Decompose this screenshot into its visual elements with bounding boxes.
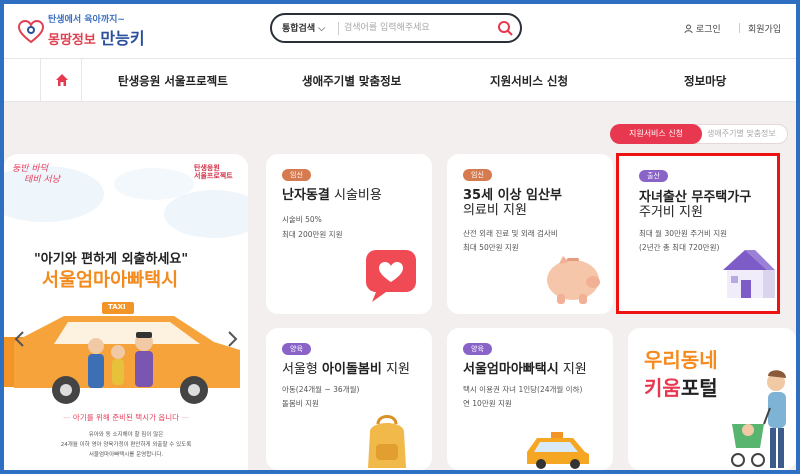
card-title: 난자동결 시술비용 bbox=[282, 188, 382, 203]
service-card-childcare[interactable]: 양육 서울형 아이돌봄비 지원 아동(24개월 ~ 36개월) 돌봄비 지원 bbox=[266, 328, 432, 470]
banner-headline: "아기와 편하게 외출하세요" bbox=[34, 252, 189, 267]
service-card-egg-freezing[interactable]: 임신 난자동결 시술비용 시술비 50% 최대 200만원 지원 bbox=[266, 154, 432, 314]
card-desc-2: 최대 200만원 지원 bbox=[282, 230, 343, 239]
piggy-bank-icon bbox=[547, 256, 600, 304]
banner-tagline: 둥반 바덕 테비 서낭 bbox=[12, 164, 60, 186]
banner-footer: — 아기를 위해 준비된 택시가 옵니다 — bbox=[4, 412, 248, 423]
header: 탄생에서 육아까지~ 몽땅정보 만능키 통합검색 ⌵ 로그인 회원가입 bbox=[4, 4, 796, 54]
banner-footer-deco-left: — bbox=[63, 413, 71, 422]
home-icon bbox=[56, 74, 68, 86]
page-frame: 탄생에서 육아까지~ 몽땅정보 만능키 통합검색 ⌵ 로그인 회원가입 bbox=[4, 4, 796, 470]
card-title: 서울형 아이돌봄비 지원 bbox=[282, 362, 410, 377]
promo-banner[interactable]: 둥반 바덕 테비 서낭 탄생응원 서울프로젝트 "아기와 편하게 외출하세요" … bbox=[4, 154, 248, 470]
banner-logo-line2: 서울프로젝트 bbox=[194, 172, 233, 180]
category-badge: 출산 bbox=[639, 170, 668, 182]
category-badge: 양육 bbox=[282, 343, 311, 355]
banner-tagline-2: 테비 서낭 bbox=[24, 175, 60, 185]
search-scope-label: 통합검색 bbox=[282, 24, 316, 34]
kium-title-2b: 포털 bbox=[680, 376, 718, 400]
category-badge: 임신 bbox=[282, 169, 311, 181]
banner-desc-2: 24개월 이하 영아 양육가정이 편안하게 외출할 수 있도록 bbox=[60, 442, 192, 448]
taxi-icon bbox=[527, 432, 589, 469]
nav-item-seoul-project[interactable]: 탄생응원 서울프로젝트 bbox=[118, 73, 228, 89]
main-nav: 탄생응원 서울프로젝트 생애주기별 맞춤정보 지원서비스 신청 정보마당 bbox=[4, 58, 796, 102]
service-card-taxi[interactable]: 양육 서울엄마아빠택시 지원 택시 이용권 자녀 1인당(24개월 이하) 연 … bbox=[447, 328, 613, 470]
banner-logo-line1: 탄생응원 bbox=[194, 164, 220, 172]
parent-stroller-illustration bbox=[731, 370, 786, 468]
banner-desc-1: 유아와 동 소지해야 할 짐이 많은 bbox=[88, 432, 164, 438]
card-desc-2: (2년간 총 최대 720만원) bbox=[639, 243, 720, 252]
card-title-tail: 지원 bbox=[385, 362, 410, 377]
site-logo[interactable]: 탄생에서 육아까지~ 몽땅정보 만능키 bbox=[18, 10, 148, 50]
tab-support-apply[interactable]: 지원서비스 신청 bbox=[610, 124, 702, 144]
card-title: 자녀출산 무주택가구 주거비 지원 bbox=[639, 190, 751, 220]
logo-title-a: 몽땅정보 bbox=[48, 33, 96, 48]
card-desc-1: 산전 외래 진료 및 외래 검사비 bbox=[463, 229, 558, 238]
tab-lifecycle-info[interactable]: 생애주기별 맞춤정보 bbox=[707, 125, 776, 143]
card-title-rest: 서울형 bbox=[282, 362, 318, 377]
heart-chat-icon bbox=[366, 250, 416, 302]
banner-footer-deco-right: — bbox=[181, 413, 189, 422]
login-link[interactable]: 로그인 bbox=[684, 22, 721, 35]
service-card-housing[interactable]: 출산 자녀출산 무주택가구 주거비 지원 최대 월 30만원 주거비 지원 (2년… bbox=[616, 153, 780, 314]
banner-desc-3: 서울엄마아빠택시를 운영합니다. bbox=[88, 452, 164, 458]
search-divider bbox=[338, 22, 339, 35]
logo-subtitle: 탄생에서 육아까지~ bbox=[48, 15, 125, 25]
kium-title-2a: 키움 bbox=[644, 376, 681, 400]
banner-title: 서울엄마아빠택시 bbox=[42, 270, 179, 291]
card-desc-2: 연 10만원 지원 bbox=[463, 399, 512, 408]
kium-title-2: 키움포털 bbox=[644, 372, 718, 401]
card-desc-1: 시술비 50% bbox=[282, 215, 322, 224]
banner-tagline-1: 둥반 바덕 bbox=[12, 164, 48, 174]
card-desc-1: 아동(24개월 ~ 36개월) bbox=[282, 385, 360, 394]
signup-link[interactable]: 회원가입 bbox=[748, 22, 781, 35]
main-content: 지원서비스 신청 생애주기별 맞춤정보 둥반 바덕 테비 서낭 탄생응원 서울프… bbox=[4, 102, 796, 470]
card-title-bold: 난자동결 bbox=[282, 188, 330, 203]
category-badge: 양육 bbox=[463, 343, 492, 355]
service-card-pregnant-medical[interactable]: 임신 35세 이상 임산부 의료비 지원 산전 외래 진료 및 외래 검사비 최대… bbox=[447, 154, 613, 314]
search-bar: 통합검색 ⌵ bbox=[270, 13, 522, 43]
card-desc-2: 돌봄비 지원 bbox=[282, 399, 319, 408]
user-icon bbox=[684, 24, 693, 34]
card-title-bold: 35세 이상 임산부 bbox=[463, 188, 562, 203]
logo-title-b: 만능키 bbox=[100, 29, 145, 48]
card-desc-1: 최대 월 30만원 주거비 지원 bbox=[639, 229, 728, 238]
card-desc-2: 최대 50만원 지원 bbox=[463, 243, 519, 252]
taxi-family-illustration bbox=[4, 302, 240, 404]
backpack-icon bbox=[368, 415, 406, 468]
search-icon[interactable] bbox=[496, 19, 514, 37]
card-title-line2: 주거비 지원 bbox=[639, 205, 703, 220]
house-icon bbox=[723, 250, 775, 298]
view-toggle: 지원서비스 신청 생애주기별 맞춤정보 bbox=[610, 124, 788, 144]
category-badge: 임신 bbox=[463, 169, 492, 181]
search-input[interactable] bbox=[344, 19, 494, 37]
nav-item-support-apply[interactable]: 지원서비스 신청 bbox=[490, 73, 568, 89]
card-title-bold: 자녀출산 무주택가구 bbox=[639, 190, 752, 205]
heart-key-icon bbox=[18, 20, 44, 44]
card-title: 35세 이상 임산부 의료비 지원 bbox=[463, 188, 562, 218]
banner-footer-text: 아기를 위해 준비된 택시가 옵니다 bbox=[72, 413, 180, 422]
util-divider bbox=[739, 23, 740, 33]
logo-title: 몽땅정보 만능키 bbox=[48, 25, 145, 49]
chevron-left-icon[interactable] bbox=[10, 329, 30, 349]
login-label: 로그인 bbox=[695, 25, 721, 35]
card-title-bold: 아이돌봄비 bbox=[322, 362, 382, 377]
card-title-tail: 지원 bbox=[562, 362, 587, 377]
card-title-line2: 의료비 지원 bbox=[463, 203, 527, 218]
card-desc-1: 택시 이용권 자녀 1인당(24개월 이하) bbox=[463, 385, 583, 394]
card-title-bold: 서울엄마아빠택시 bbox=[463, 362, 559, 377]
search-scope-select[interactable]: 통합검색 ⌵ bbox=[282, 21, 325, 34]
chevron-down-icon: ⌵ bbox=[318, 24, 326, 34]
taxi-sign-label: TAXI bbox=[108, 303, 126, 311]
card-title: 서울엄마아빠택시 지원 bbox=[463, 362, 587, 377]
nav-item-info-board[interactable]: 정보마당 bbox=[684, 73, 726, 89]
nav-item-lifecycle-info[interactable]: 생애주기별 맞춤정보 bbox=[302, 73, 401, 89]
chevron-right-icon[interactable] bbox=[222, 329, 242, 349]
kium-portal-banner[interactable]: 우리동네 키움포털 bbox=[628, 328, 796, 470]
home-button[interactable] bbox=[40, 59, 82, 102]
kium-title-1: 우리동네 bbox=[644, 348, 718, 372]
card-title-rest: 시술비용 bbox=[333, 188, 382, 203]
banner-project-logo: 탄생응원 서울프로젝트 bbox=[194, 164, 233, 180]
